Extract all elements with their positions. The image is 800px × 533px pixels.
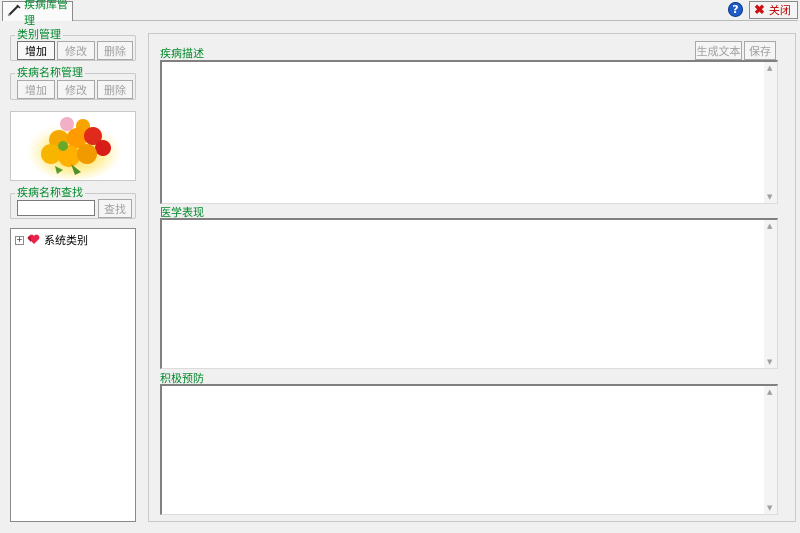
category-delete-button[interactable]: 删除: [97, 41, 133, 60]
search-button[interactable]: 查找: [98, 199, 132, 218]
scroll-up-icon[interactable]: ▲: [767, 222, 772, 230]
tab-label: 疾病库管理: [24, 0, 68, 27]
description-label: 疾病描述: [160, 47, 204, 60]
description-scrollbar[interactable]: ▲ ▼: [764, 62, 777, 203]
save-button[interactable]: 保存: [744, 41, 776, 60]
syringe-icon: [7, 3, 21, 20]
expand-plus-icon[interactable]: +: [15, 235, 24, 245]
scroll-down-icon[interactable]: ▼: [767, 504, 772, 512]
name-delete-button[interactable]: 删除: [97, 80, 133, 99]
tab-disease-library[interactable]: 疾病库管理: [2, 0, 73, 27]
category-add-button[interactable]: 增加: [17, 41, 55, 60]
medical-scrollbar[interactable]: ▲ ▼: [764, 220, 777, 368]
scroll-down-icon[interactable]: ▼: [767, 358, 772, 366]
category-tree[interactable]: + 系统类别: [10, 228, 136, 522]
generate-text-button[interactable]: 生成文本: [695, 41, 742, 60]
category-manage-group: 类别管理 增加 修改 删除: [10, 28, 136, 61]
prevention-textarea[interactable]: ▲ ▼: [160, 384, 778, 515]
category-edit-button[interactable]: 修改: [57, 41, 95, 60]
search-input[interactable]: [17, 200, 95, 216]
hearts-icon: [27, 233, 41, 248]
category-manage-title: 类别管理: [15, 28, 63, 42]
tree-node-label: 系统类别: [44, 234, 88, 247]
close-icon: ✖: [754, 2, 765, 18]
description-textarea[interactable]: ▲ ▼: [160, 60, 778, 204]
tab-divider: [73, 20, 798, 21]
scroll-up-icon[interactable]: ▲: [767, 64, 772, 72]
fruit-image: [10, 111, 136, 181]
tree-node-system-category[interactable]: + 系统类别: [15, 232, 88, 248]
detail-panel: 疾病描述 生成文本 保存 ▲ ▼ 医学表现 ▲ ▼ 积极预防 ▲ ▼: [148, 33, 796, 522]
search-title: 疾病名称查找: [15, 186, 85, 200]
name-edit-button[interactable]: 修改: [57, 80, 95, 99]
help-icon[interactable]: ?: [728, 2, 743, 17]
name-manage-group: 疾病名称管理 增加 修改 删除: [10, 66, 136, 100]
close-button[interactable]: ✖ 关闭: [749, 1, 798, 19]
scroll-up-icon[interactable]: ▲: [767, 388, 772, 396]
name-add-button[interactable]: 增加: [17, 80, 55, 99]
prevention-scrollbar[interactable]: ▲ ▼: [764, 386, 777, 514]
scroll-down-icon[interactable]: ▼: [767, 193, 772, 201]
name-manage-title: 疾病名称管理: [15, 66, 85, 80]
medical-textarea[interactable]: ▲ ▼: [160, 218, 778, 369]
close-label: 关闭: [768, 4, 791, 17]
